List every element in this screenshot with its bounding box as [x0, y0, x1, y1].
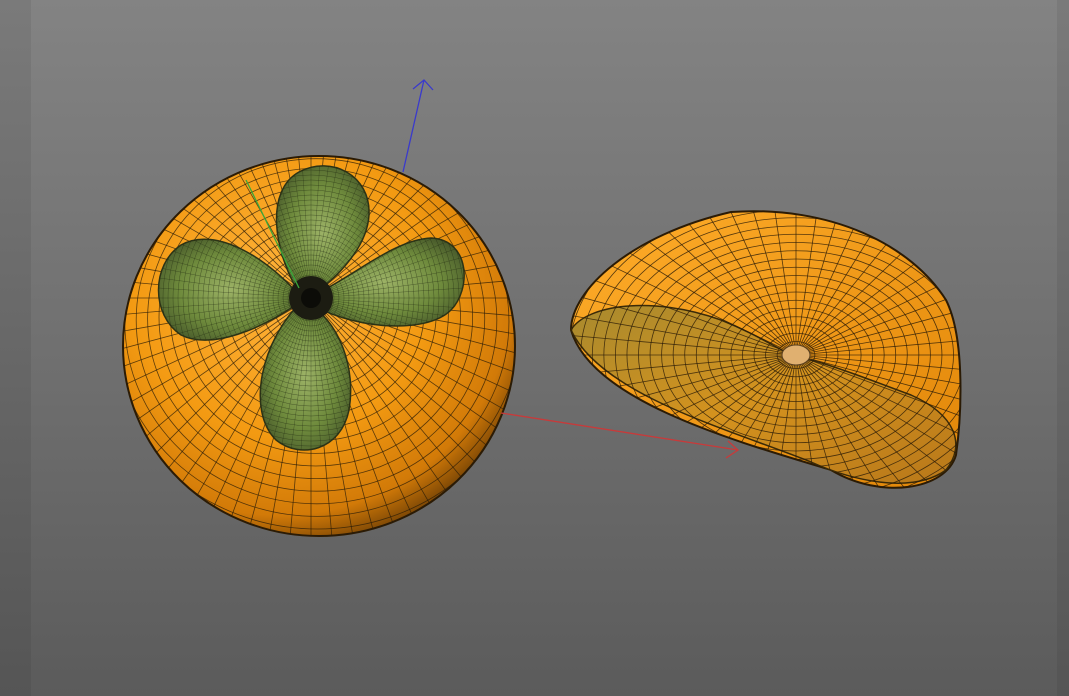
seed-cavity — [781, 344, 811, 366]
whole-persimmon[interactable] — [31, 0, 611, 598]
app-frame — [0, 0, 1069, 696]
stem-core — [301, 288, 321, 308]
scene-canvas[interactable] — [31, 0, 1057, 696]
3d-viewport[interactable] — [31, 0, 1057, 696]
right-panel-edge — [1057, 0, 1069, 696]
half-persimmon[interactable] — [536, 155, 1056, 555]
z-axis-line — [402, 79, 425, 173]
left-panel-edge — [0, 0, 31, 696]
